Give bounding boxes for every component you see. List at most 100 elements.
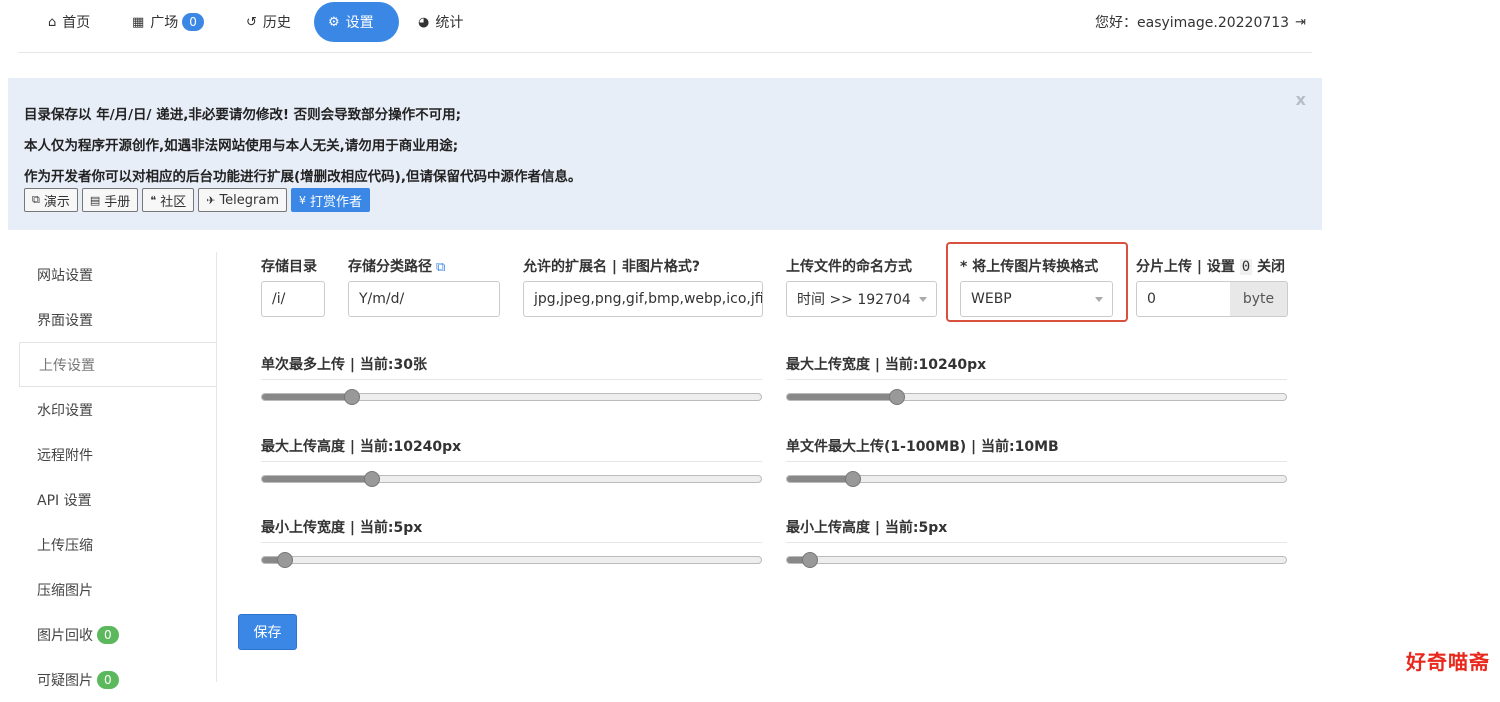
sidebar-item-label: 可疑图片 (37, 672, 93, 689)
slider-label: 最小上传高度 | 当前:5px (786, 520, 948, 536)
chunk-size-input[interactable]: 0 (1136, 281, 1231, 317)
slider-label: 单文件最大上传(1-100MB) | 当前:10MB (786, 439, 1059, 455)
logout-icon[interactable]: ⇥ (1295, 15, 1306, 30)
nav-item-settings[interactable]: ⚙ 设置 (314, 2, 399, 42)
sidebar-item-suspicious[interactable]: 可疑图片 0 (18, 657, 215, 702)
sidebar-item-remote[interactable]: 远程附件 (18, 432, 215, 477)
divider (261, 461, 762, 462)
button-label: 手册 (104, 194, 131, 210)
min-width-slider[interactable] (261, 552, 762, 568)
sidebar-item-compress-upload[interactable]: 上传压缩 (18, 522, 215, 567)
divider (261, 379, 762, 380)
storage-path-label: 存储分类路径 ⧉ (348, 256, 445, 276)
sidebar-item-watermark[interactable]: 水印设置 (18, 387, 215, 432)
slider-label: 单次最多上传 | 当前:30张 (261, 357, 427, 373)
sidebar-item-compress-image[interactable]: 压缩图片 (18, 567, 215, 612)
slider-fill (262, 394, 352, 400)
slider-handle[interactable] (364, 471, 380, 487)
sidebar-item-ui[interactable]: 界面设置 (18, 297, 215, 342)
max-upload-count-slider[interactable] (261, 389, 762, 405)
button-label: Telegram (219, 192, 280, 208)
select-value: 时间 >> 192704 (797, 292, 911, 308)
divider (786, 379, 1287, 380)
chunk-upload-label: 分片上传 | 设置 0 关闭 (1136, 256, 1285, 276)
sidebar-item-recycle[interactable]: 图片回收 0 (18, 612, 215, 657)
manual-button[interactable]: ▤ 手册 (81, 188, 139, 212)
sidebar-item-api[interactable]: API 设置 (18, 477, 215, 522)
nav-item-square[interactable]: ▦ 广场 0 (118, 2, 218, 42)
history-icon: ↺ (246, 14, 257, 30)
min-height-slider[interactable] (786, 552, 1287, 568)
slider-handle[interactable] (889, 389, 905, 405)
nav-item-history[interactable]: ↺ 历史 (232, 2, 305, 42)
sidebar-item-label: API 设置 (37, 492, 92, 509)
nav-label: 首页 (62, 15, 91, 31)
nav-item-stats[interactable]: ◕ 统计 (404, 2, 477, 42)
label-text: 分片上传 | 设置 (1136, 259, 1235, 275)
slider-label: 最大上传高度 | 当前:10240px (261, 439, 462, 455)
storage-path-input[interactable]: Y/m/d/ (348, 281, 500, 317)
close-icon[interactable]: x (1296, 90, 1306, 109)
sidebar-item-label: 远程附件 (37, 447, 93, 464)
storage-dir-label: 存储目录 (261, 259, 317, 275)
save-button[interactable]: 保存 (238, 614, 297, 650)
pie-chart-icon: ◕ (418, 14, 430, 30)
sidebar-item-label: 网站设置 (37, 267, 93, 284)
label-code: 0 (1239, 259, 1253, 275)
top-nav: ⌂ 首页 ▦ 广场 0 ↺ 历史 ⚙ 设置 ◕ 统计 您好：easyimage.… (18, 0, 1312, 53)
sidebar-item-site[interactable]: 网站设置 (18, 252, 215, 297)
slider-handle[interactable] (845, 471, 861, 487)
button-label: 演示 (43, 194, 70, 210)
sidebar-item-label: 上传设置 (39, 357, 95, 374)
divider (786, 461, 1287, 462)
extensions-label: 允许的扩展名 | 非图片格式? (523, 259, 700, 275)
notice-button-group: ⧉ 演示 ▤ 手册 ❝ 社区 ✈ Telegram ¥ 打赏作者 (24, 188, 371, 212)
book-icon: ▤ (89, 193, 101, 207)
naming-select[interactable]: 时间 >> 192704 (786, 281, 937, 317)
label-text: 存储分类路径 (348, 259, 432, 275)
button-label: 打赏作者 (310, 194, 363, 210)
max-height-slider[interactable] (261, 471, 762, 487)
storage-dir-input[interactable]: /i/ (261, 281, 325, 317)
demo-button[interactable]: ⧉ 演示 (24, 188, 78, 212)
nav-label: 广场 (150, 15, 179, 31)
donate-button[interactable]: ¥ 打赏作者 (291, 188, 371, 212)
count-badge: 0 (182, 13, 204, 31)
slider-handle[interactable] (344, 389, 360, 405)
nav-item-home[interactable]: ⌂ 首页 (34, 2, 104, 42)
sidebar-item-label: 上传压缩 (37, 537, 93, 554)
divider (261, 542, 762, 543)
label-text: 关闭 (1257, 259, 1286, 275)
external-link-icon: ⧉ (32, 193, 40, 206)
user-greeting: 您好：easyimage.20220713 ⇥ (1095, 2, 1306, 42)
slider-label: 最小上传宽度 | 当前:5px (261, 520, 423, 536)
sidebar-item-label: 界面设置 (37, 312, 93, 329)
extensions-input[interactable]: jpg,jpeg,png,gif,bmp,webp,ico,jfif (523, 281, 763, 317)
slider-handle[interactable] (277, 552, 293, 568)
nav-label: 历史 (262, 15, 291, 31)
settings-sidebar: 网站设置 界面设置 上传设置 水印设置 远程附件 API 设置 上传压缩 压缩图… (18, 252, 217, 689)
slider-label: 最大上传宽度 | 当前:10240px (786, 357, 987, 373)
telegram-button[interactable]: ✈ Telegram (198, 188, 288, 212)
sidebar-item-label: 压缩图片 (37, 582, 93, 599)
notice-panel: x 目录保存以 年/月/日/ 递进,非必要请勿修改! 否则会导致部分操作不可用;… (8, 78, 1322, 230)
sidebar-item-label: 水印设置 (37, 402, 93, 419)
plane-icon: ✈ (206, 193, 216, 207)
settings-icon: ⚙ (328, 14, 340, 30)
sidebar-item-upload[interactable]: 上传设置 (19, 342, 216, 387)
convert-format-select[interactable]: WEBP (960, 281, 1113, 317)
slider-fill (787, 394, 897, 400)
convert-format-label: * 将上传图片转换格式 (960, 259, 1099, 275)
slider-fill (262, 476, 372, 482)
chevron-down-icon (1095, 297, 1103, 302)
divider (786, 542, 1287, 543)
sidebar-item-label: 图片回收 (37, 627, 93, 644)
slider-handle[interactable] (802, 552, 818, 568)
external-link-icon[interactable]: ⧉ (436, 260, 445, 275)
greeting-text: 您好：easyimage.20220713 (1095, 15, 1290, 31)
max-width-slider[interactable] (786, 389, 1287, 405)
notice-line: 本人仅为程序开源创作,如遇非法网站使用与本人无关,请勿用于商业用途; (24, 138, 459, 154)
community-button[interactable]: ❝ 社区 (142, 188, 195, 212)
max-file-size-slider[interactable] (786, 471, 1287, 487)
naming-label: 上传文件的命名方式 (786, 259, 912, 275)
